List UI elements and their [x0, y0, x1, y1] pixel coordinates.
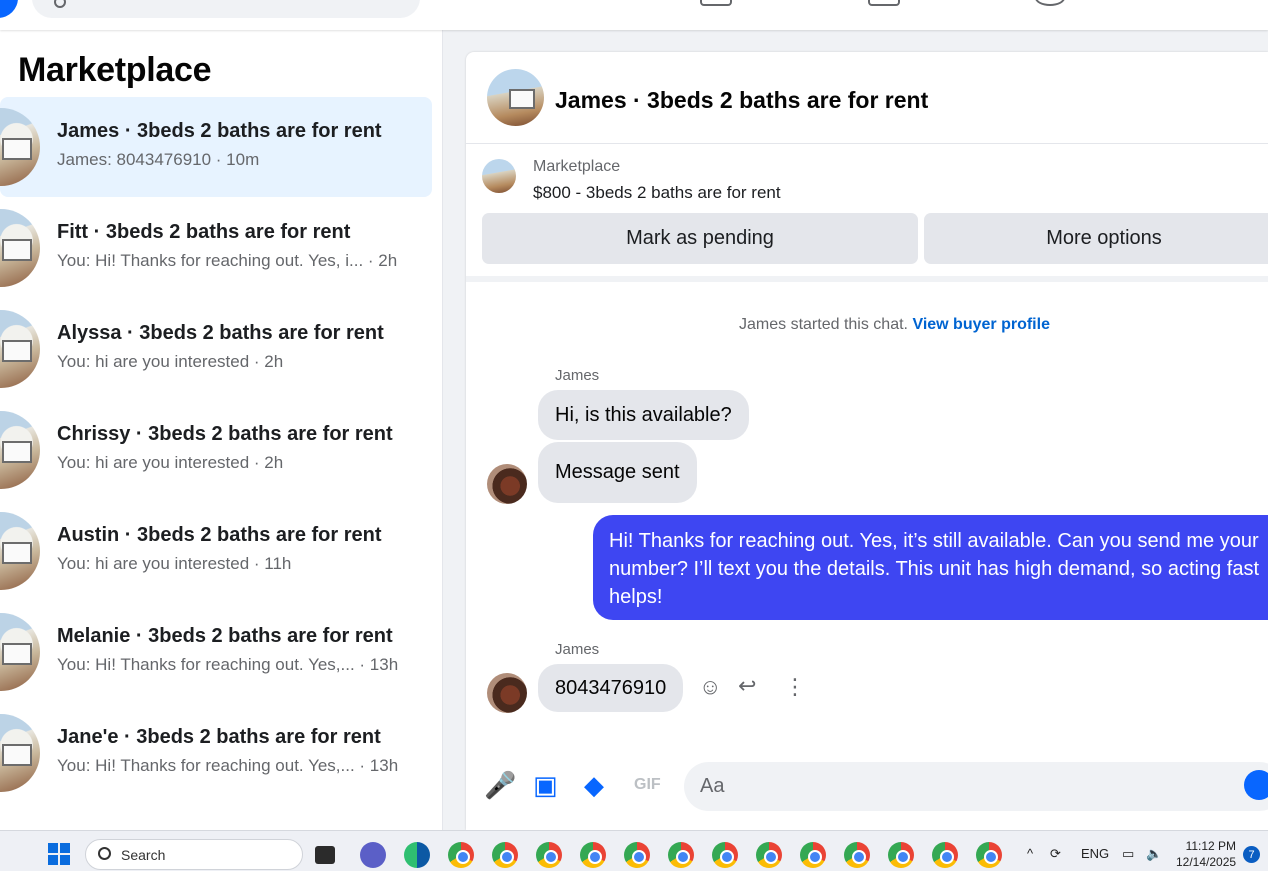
facebook-search-input[interactable]: [32, 0, 420, 18]
incoming-message-bubble[interactable]: Hi, is this available?: [538, 390, 749, 440]
photo-icon[interactable]: ▣: [533, 770, 558, 801]
chat-started-text: James started this chat.: [739, 316, 908, 333]
volume-icon[interactable]: 🔈: [1146, 846, 1162, 862]
listing-thumbnail: [0, 310, 40, 388]
system-clock[interactable]: 11:12 PM 12/14/2025: [1176, 838, 1236, 870]
show-hidden-icons-chevron-icon[interactable]: ^: [1027, 846, 1033, 861]
more-options-button[interactable]: More options: [924, 213, 1268, 264]
chrome-profile-icon[interactable]: [492, 842, 518, 868]
listing-thumbnail: [0, 108, 40, 186]
emoji-icon[interactable]: [1244, 770, 1268, 800]
chrome-profile-icon[interactable]: [668, 842, 694, 868]
teams-icon[interactable]: [360, 842, 386, 868]
conversation-preview: You: hi are you interested · 2h: [57, 352, 284, 371]
react-emoji-icon[interactable]: ☺: [699, 674, 721, 700]
conversation-title: Chrissy · 3beds 2 baths are for rent: [57, 423, 393, 445]
microphone-icon[interactable]: 🎤: [484, 770, 516, 801]
sidebar-title: Marketplace: [18, 51, 212, 89]
task-view-icon[interactable]: [315, 846, 335, 864]
search-icon: [54, 0, 66, 8]
chrome-profile-icon[interactable]: [536, 842, 562, 868]
conversation-preview: You: Hi! Thanks for reaching out. Yes,..…: [57, 756, 399, 775]
conversation-preview: You: Hi! Thanks for reaching out. Yes,..…: [57, 655, 399, 674]
chrome-profile-icon[interactable]: [448, 842, 474, 868]
listing-thumbnail: [0, 714, 40, 792]
sender-avatar[interactable]: [487, 464, 527, 504]
conversation-item[interactable]: Fitt · 3beds 2 baths are for rent You: H…: [0, 198, 432, 298]
conversation-title: Austin · 3beds 2 baths are for rent: [57, 524, 382, 546]
chrome-profile-icon[interactable]: [932, 842, 958, 868]
conversation-title: James · 3beds 2 baths are for rent: [57, 120, 382, 142]
conversation-item[interactable]: Melanie · 3beds 2 baths are for rent You…: [0, 602, 432, 702]
conversation-item[interactable]: Jane'e · 3beds 2 baths are for rent You:…: [0, 703, 432, 803]
listing-source-label: Marketplace: [533, 158, 621, 175]
conversation-sidebar: Marketplace James · 3beds 2 baths are fo…: [0, 30, 443, 830]
conversation-title: Alyssa · 3beds 2 baths are for rent: [57, 322, 384, 344]
more-actions-icon[interactable]: ⋮: [784, 674, 806, 700]
message-sender-name: James: [555, 367, 600, 384]
windows-taskbar: Search ^ ⟳ ENG ▭ 🔈 11:12 PM 12/14/2025 7: [0, 830, 1268, 871]
windows-start-icon[interactable]: [48, 843, 70, 865]
reply-icon[interactable]: ↩: [738, 673, 756, 699]
conversation-item[interactable]: Chrissy · 3beds 2 baths are for rent You…: [0, 400, 432, 500]
outgoing-message-bubble[interactable]: Hi! Thanks for reaching out. Yes, it’s s…: [593, 515, 1268, 620]
clock-date: 12/14/2025: [1176, 855, 1237, 869]
chrome-profile-icon[interactable]: [882, 834, 920, 871]
mark-as-pending-button[interactable]: Mark as pending: [482, 213, 918, 264]
top-navigation-bar: [0, 0, 1268, 30]
edge-icon[interactable]: [404, 842, 430, 868]
listing-thumbnail: [0, 209, 40, 287]
listing-card: Marketplace $800 - 3beds 2 baths are for…: [466, 144, 1268, 282]
listing-thumbnail: [0, 613, 40, 691]
chat-started-notice: James started this chat. View buyer prof…: [466, 316, 1268, 334]
listing-thumbnail[interactable]: [482, 159, 516, 193]
message-input[interactable]: Aa: [684, 762, 1268, 811]
conversation-title: Melanie · 3beds 2 baths are for rent: [57, 625, 393, 647]
notification-badge[interactable]: 7: [1243, 846, 1260, 863]
incoming-message-bubble[interactable]: Message sent: [538, 442, 697, 503]
conversation-preview: You: Hi! Thanks for reaching out. Yes, i…: [57, 251, 398, 270]
chrome-profile-icon[interactable]: [976, 842, 1002, 868]
conversation-preview: You: hi are you interested · 2h: [57, 453, 284, 472]
network-icon[interactable]: ▭: [1122, 846, 1134, 862]
listing-thumbnail: [0, 512, 40, 590]
clock-time: 11:12 PM: [1185, 839, 1237, 853]
sender-avatar[interactable]: [487, 673, 527, 713]
listing-price-title[interactable]: $800 - 3beds 2 baths are for rent: [533, 183, 781, 203]
message-sender-name: James: [555, 641, 600, 658]
chat-header: James · 3beds 2 baths are for rent: [466, 52, 1268, 144]
conversation-item[interactable]: Austin · 3beds 2 baths are for rent You:…: [0, 501, 432, 601]
gaming-nav-icon[interactable]: [1035, 0, 1065, 6]
conversation-preview: James: 8043476910 · 10m: [57, 150, 260, 169]
chrome-profile-icon[interactable]: [800, 842, 826, 868]
chrome-profile-icon[interactable]: [580, 842, 606, 868]
facebook-logo-icon[interactable]: [0, 0, 18, 18]
gif-icon[interactable]: GIF: [634, 776, 661, 794]
conversation-preview: You: hi are you interested · 11h: [57, 554, 292, 573]
conversation-item[interactable]: Alyssa · 3beds 2 baths are for rent You:…: [0, 299, 432, 399]
chat-title[interactable]: James · 3beds 2 baths are for rent: [555, 87, 928, 114]
sync-icon[interactable]: ⟳: [1050, 846, 1061, 862]
groups-nav-icon[interactable]: [868, 0, 900, 6]
conversation-title: Fitt · 3beds 2 baths are for rent: [57, 221, 351, 243]
chrome-profile-icon[interactable]: [624, 842, 650, 868]
chrome-profile-icon[interactable]: [844, 842, 870, 868]
search-icon: [98, 847, 111, 860]
chat-listing-avatar[interactable]: [487, 69, 544, 126]
language-indicator[interactable]: ENG: [1081, 846, 1109, 861]
view-buyer-profile-link[interactable]: View buyer profile: [912, 316, 1050, 333]
listing-thumbnail: [0, 411, 40, 489]
marketplace-nav-icon[interactable]: [700, 0, 732, 6]
incoming-message-bubble[interactable]: 8043476910: [538, 664, 684, 712]
chrome-profile-icon[interactable]: [756, 842, 782, 868]
taskbar-search-input[interactable]: Search: [85, 839, 303, 870]
chrome-profile-icon[interactable]: [712, 842, 738, 868]
sticker-icon[interactable]: ◆: [584, 770, 604, 801]
conversation-item[interactable]: James · 3beds 2 baths are for rent James…: [0, 97, 432, 197]
taskbar-search-label: Search: [121, 847, 166, 863]
conversation-title: Jane'e · 3beds 2 baths are for rent: [57, 726, 381, 748]
chat-panel: James · 3beds 2 baths are for rent Marke…: [466, 52, 1268, 830]
